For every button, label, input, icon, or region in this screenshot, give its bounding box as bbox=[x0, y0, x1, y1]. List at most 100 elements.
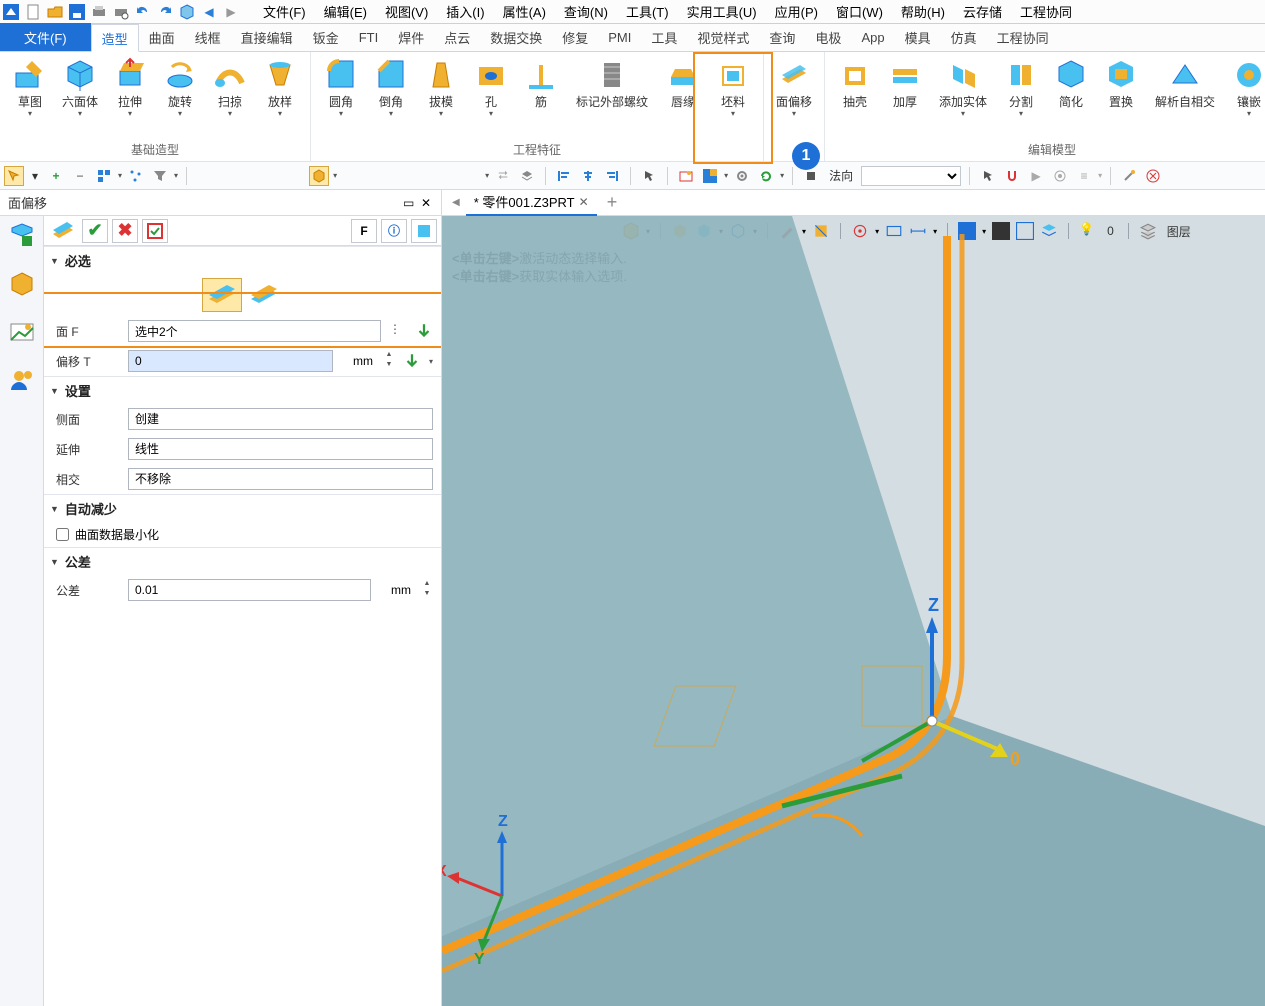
offset-spinner[interactable]: ▲▼ bbox=[383, 351, 395, 371]
select-mode-icon[interactable] bbox=[4, 166, 24, 186]
cube-icon[interactable] bbox=[179, 4, 195, 20]
align-left-icon[interactable] bbox=[554, 166, 574, 186]
cancel-button[interactable]: ✖ bbox=[112, 219, 138, 243]
print-icon[interactable] bbox=[91, 4, 107, 20]
btn-thicken[interactable]: 加厚 bbox=[881, 54, 929, 139]
magnet-icon[interactable] bbox=[1002, 166, 1022, 186]
tab-fti[interactable]: FTI bbox=[349, 23, 389, 51]
sel-cube-icon[interactable] bbox=[309, 166, 329, 186]
tab-app[interactable]: App bbox=[851, 23, 894, 51]
tab-sheetmetal[interactable]: 钣金 bbox=[303, 23, 349, 51]
render-icon[interactable] bbox=[8, 318, 36, 346]
panel-restore-icon[interactable]: ▭ bbox=[403, 196, 417, 210]
btn-addbody[interactable]: 添加实体▾ bbox=[931, 54, 995, 139]
offset-extra-icon[interactable] bbox=[403, 352, 421, 370]
tab-wireframe[interactable]: 线框 bbox=[185, 23, 231, 51]
btn-inlay[interactable]: 镶嵌▾ bbox=[1225, 54, 1265, 139]
add-sel-icon[interactable]: + bbox=[46, 166, 66, 186]
menu-utility[interactable]: 实用工具(U) bbox=[681, 0, 763, 23]
btn-sweep[interactable]: 扫掠▾ bbox=[206, 54, 254, 139]
tab-pointcloud[interactable]: 点云 bbox=[434, 23, 480, 51]
btn-chamfer[interactable]: 倒角▾ bbox=[367, 54, 415, 139]
btn-shell[interactable]: 抽壳 bbox=[831, 54, 879, 139]
tab-visual[interactable]: 视觉样式 bbox=[687, 23, 759, 51]
layers2-icon[interactable]: ≡ bbox=[1074, 166, 1094, 186]
align-right-icon[interactable] bbox=[602, 166, 622, 186]
panel-close-icon[interactable]: ✕ bbox=[421, 196, 435, 210]
btn-draft[interactable]: 拔模▾ bbox=[417, 54, 465, 139]
tab-sim[interactable]: 仿真 bbox=[941, 23, 987, 51]
ok-button[interactable]: ✔ bbox=[82, 219, 108, 243]
tab-exchange[interactable]: 数据交换 bbox=[480, 23, 552, 51]
offset-field[interactable] bbox=[128, 350, 333, 372]
btn-sketch[interactable]: 草图▾ bbox=[6, 54, 54, 139]
btn-revolve[interactable]: 旋转▾ bbox=[156, 54, 204, 139]
btn-hole[interactable]: 孔▾ bbox=[467, 54, 515, 139]
section-tol[interactable]: 公差 bbox=[44, 547, 441, 575]
tab-mold[interactable]: 模具 bbox=[895, 23, 941, 51]
part-icon[interactable] bbox=[8, 270, 36, 298]
section-autoreduce[interactable]: 自动减少 bbox=[44, 494, 441, 522]
tab-weld[interactable]: 焊件 bbox=[388, 23, 434, 51]
refresh-icon[interactable] bbox=[756, 166, 776, 186]
ext-select[interactable]: 线性 bbox=[128, 438, 433, 460]
tab-query[interactable]: 查询 bbox=[759, 23, 805, 51]
normal-dir-combo[interactable] bbox=[861, 166, 961, 186]
menu-collab[interactable]: 工程协同 bbox=[1014, 0, 1078, 23]
info-button[interactable]: ⓘ bbox=[381, 219, 407, 243]
menu-tools[interactable]: 工具(T) bbox=[620, 0, 675, 23]
btn-rib[interactable]: 筋 bbox=[517, 54, 565, 139]
tab-modeling[interactable]: 造型 bbox=[91, 24, 139, 52]
btn-extrude[interactable]: 拉伸▾ bbox=[106, 54, 154, 139]
btn-lip[interactable]: 唇缘 bbox=[659, 54, 707, 139]
min-surface-checkbox[interactable] bbox=[56, 528, 69, 541]
menu-window[interactable]: 窗口(W) bbox=[830, 0, 889, 23]
remove-sel-icon[interactable]: − bbox=[70, 166, 90, 186]
btn-simplify[interactable]: 简化 bbox=[1047, 54, 1095, 139]
menu-edit[interactable]: 编辑(E) bbox=[318, 0, 373, 23]
save-icon[interactable] bbox=[69, 4, 85, 20]
doc-tab-active[interactable]: * 零件001.Z3PRT ✕ bbox=[466, 189, 597, 216]
menu-insert[interactable]: 插入(I) bbox=[440, 0, 490, 23]
tab-pmi[interactable]: PMI bbox=[598, 23, 641, 51]
doc-tab-close-icon[interactable]: ✕ bbox=[579, 195, 589, 209]
cursor2-icon[interactable] bbox=[978, 166, 998, 186]
tab-electrode[interactable]: 电极 bbox=[805, 23, 851, 51]
new-icon[interactable] bbox=[25, 4, 41, 20]
menu-help[interactable]: 帮助(H) bbox=[895, 0, 951, 23]
menu-view[interactable]: 视图(V) bbox=[379, 0, 434, 23]
tol-spinner[interactable]: ▲▼ bbox=[421, 580, 433, 600]
section-settings[interactable]: 设置 bbox=[44, 376, 441, 404]
mode-option-2[interactable] bbox=[244, 278, 284, 312]
tab-directedit[interactable]: 直接编辑 bbox=[231, 23, 303, 51]
menu-app[interactable]: 应用(P) bbox=[769, 0, 824, 23]
int-select[interactable]: 不移除 bbox=[128, 468, 433, 490]
align-center-icon[interactable] bbox=[578, 166, 598, 186]
letter-f-button[interactable]: F bbox=[351, 219, 377, 243]
funnel-icon[interactable] bbox=[150, 166, 170, 186]
menu-file[interactable]: 文件(F) bbox=[257, 0, 312, 23]
close-circle-icon[interactable] bbox=[1143, 166, 1163, 186]
feature-tree-icon[interactable] bbox=[8, 222, 36, 250]
print-preview-icon[interactable] bbox=[113, 4, 129, 20]
btn-cube[interactable]: 六面体▾ bbox=[56, 54, 104, 139]
record-icon[interactable] bbox=[1050, 166, 1070, 186]
wand-icon[interactable] bbox=[1119, 166, 1139, 186]
viewport[interactable]: ▾ ▾ ▾ ▾ ▾ ▾ ▾ 💡 0 图层 <单击左键>激活动态选择输入. bbox=[442, 216, 1265, 1006]
mode-option-1[interactable] bbox=[202, 278, 242, 312]
file-button[interactable]: 文件(F) bbox=[0, 23, 91, 51]
tab-repair[interactable]: 修复 bbox=[552, 23, 598, 51]
add-tab-icon[interactable]: + bbox=[597, 192, 628, 213]
palette-icon[interactable] bbox=[700, 166, 720, 186]
points-icon[interactable] bbox=[126, 166, 146, 186]
open-icon[interactable] bbox=[47, 4, 63, 20]
undo-icon[interactable] bbox=[135, 4, 151, 20]
btn-stock[interactable]: 坯料▾ bbox=[709, 54, 757, 139]
nav-right-icon[interactable]: ▶ bbox=[223, 4, 239, 20]
btn-faceoffset[interactable]: 面偏移▾ bbox=[770, 54, 818, 142]
tab-tools[interactable]: 工具 bbox=[641, 23, 687, 51]
btn-loft[interactable]: 放样▾ bbox=[256, 54, 304, 139]
gear-icon[interactable] bbox=[732, 166, 752, 186]
btn-selfintersect[interactable]: 解析自相交 bbox=[1147, 54, 1223, 139]
face-pick-icon[interactable] bbox=[415, 322, 433, 340]
